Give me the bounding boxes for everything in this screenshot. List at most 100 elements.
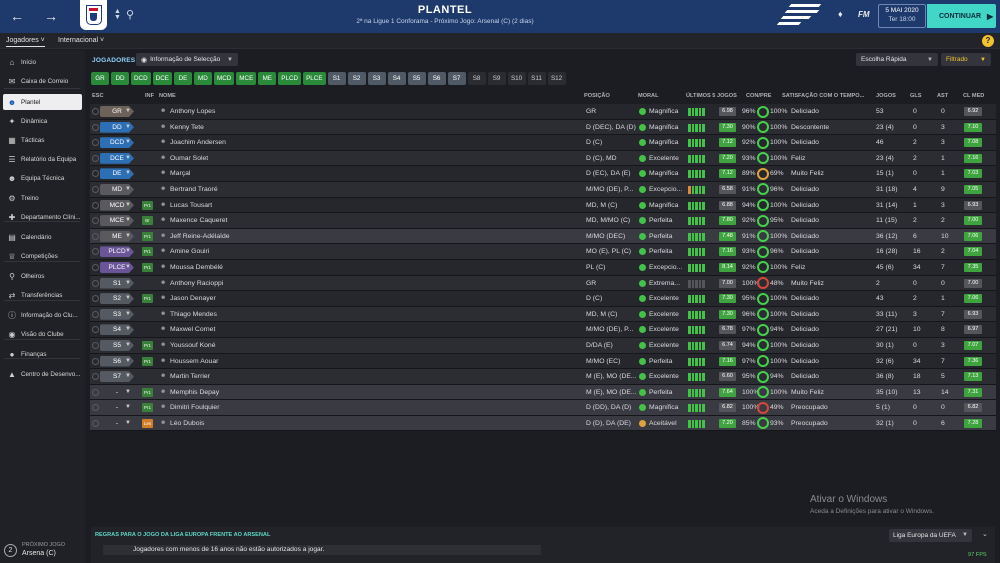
row-checkbox[interactable] bbox=[92, 217, 99, 225]
info-badge[interactable]: Pr1 bbox=[142, 356, 153, 366]
chip-md[interactable]: MD bbox=[193, 72, 212, 85]
sidebar-item-9[interactable]: ✚ Departamento Clíni... bbox=[3, 209, 82, 225]
view-dropdown[interactable]: ◉ Informação de Selecção ▼ bbox=[136, 53, 238, 66]
chip-s5[interactable]: S5 bbox=[407, 72, 426, 85]
sidebar-item-4[interactable]: ✦ Dinâmica bbox=[3, 113, 82, 129]
chip-me[interactable]: ME bbox=[258, 72, 277, 85]
info-badge[interactable]: Pr1 bbox=[142, 247, 153, 257]
table-row[interactable]: MD ▼ ☻ Bertrand Traoré M/MO (DE), P... Excepc… bbox=[90, 181, 996, 198]
row-checkbox[interactable] bbox=[92, 310, 99, 318]
table-row[interactable]: S5 ▼ Pr1 ☻ Youssouf Koné D/DA (E) Excelente 6.7… bbox=[90, 337, 996, 354]
row-checkbox[interactable] bbox=[92, 108, 99, 115]
col-gls[interactable]: GLS bbox=[910, 93, 922, 99]
player-name[interactable]: Houssem Aouar bbox=[170, 358, 218, 365]
player-name[interactable]: Maxence Caqueret bbox=[170, 217, 227, 224]
chip-s8[interactable]: S8 bbox=[467, 72, 486, 85]
table-row[interactable]: S2 ▼ Pr1 ☻ Jason Denayer D (C) Excelente 7.30 95… bbox=[90, 291, 996, 307]
row-checkbox[interactable] bbox=[92, 357, 99, 365]
player-name[interactable]: Jeff Reine-Adélaïde bbox=[170, 233, 230, 240]
info-badge[interactable]: Les bbox=[142, 418, 153, 428]
chip-s11[interactable]: S11 bbox=[527, 72, 546, 85]
expand-chevron-icon[interactable]: ⌄ bbox=[982, 530, 988, 538]
row-checkbox[interactable] bbox=[92, 341, 99, 349]
chip-s1[interactable]: S1 bbox=[327, 72, 346, 85]
row-checkbox[interactable] bbox=[92, 248, 99, 256]
col-ast[interactable]: AST bbox=[937, 93, 948, 99]
info-badge[interactable]: Pr1 bbox=[142, 200, 153, 210]
col-nome[interactable]: NOME bbox=[159, 93, 176, 99]
continue-button[interactable]: CONTINUAR ▶ bbox=[927, 4, 996, 28]
player-name[interactable]: Dimitri Foulquier bbox=[170, 404, 219, 411]
club-icon[interactable]: ♦ bbox=[838, 9, 843, 19]
table-row[interactable]: - ▼ Pr1 ☻ Dimitri Foulquier D (DD), DA (D) Mag… bbox=[90, 400, 996, 416]
player-name[interactable]: Oumar Solet bbox=[170, 155, 208, 162]
row-checkbox[interactable] bbox=[92, 279, 99, 287]
row-checkbox[interactable] bbox=[92, 123, 99, 131]
chip-s6[interactable]: S6 bbox=[427, 72, 446, 85]
col-clmed[interactable]: CL MED bbox=[963, 93, 984, 99]
club-switch-icon[interactable]: ▲ ▼ bbox=[114, 8, 121, 21]
row-checkbox[interactable] bbox=[92, 326, 99, 334]
col-conpre[interactable]: CON/PRE bbox=[746, 93, 772, 99]
chip-s9[interactable]: S9 bbox=[487, 72, 506, 85]
competition-select[interactable]: Liga Europa da UEFA ▼ bbox=[889, 529, 972, 542]
info-badge[interactable]: Pr1 bbox=[142, 403, 153, 413]
player-name[interactable]: Anthony Racioppi bbox=[170, 280, 223, 287]
help-icon[interactable]: ? bbox=[982, 35, 994, 47]
chip-mcd[interactable]: MCD bbox=[213, 72, 235, 85]
table-row[interactable]: MCD ▼ Pr1 ☻ Lucas Tousart MD, M (C) Magnífica 6… bbox=[90, 197, 996, 214]
tab-internacional[interactable]: Internacional ˅ bbox=[58, 37, 104, 44]
table-row[interactable]: ME ▼ Pr1 ☻ Jeff Reine-Adélaïde M/MO (DEC) Perf… bbox=[90, 228, 996, 245]
col-inf[interactable]: INF bbox=[145, 93, 154, 99]
player-name[interactable]: Anthony Lopes bbox=[170, 108, 215, 115]
chip-s7[interactable]: S7 bbox=[447, 72, 466, 85]
row-checkbox[interactable] bbox=[92, 419, 99, 427]
table-row[interactable]: S1 ▼ ☻ Anthony Racioppi GR Extrema... 7.00 100%… bbox=[90, 275, 996, 292]
col-esc[interactable]: ESC bbox=[92, 93, 104, 99]
row-checkbox[interactable] bbox=[92, 154, 99, 162]
chip-plcd[interactable]: PLCD bbox=[278, 72, 302, 85]
chip-dcd[interactable]: DCD bbox=[131, 72, 151, 85]
row-checkbox[interactable] bbox=[92, 263, 99, 271]
player-name[interactable]: Thiago Mendes bbox=[170, 311, 217, 318]
sidebar-item-7[interactable]: ☻ Equipa Técnica bbox=[3, 170, 82, 186]
row-checkbox[interactable] bbox=[92, 388, 99, 396]
chip-s3[interactable]: S3 bbox=[367, 72, 386, 85]
sidebar-item-8[interactable]: ⚙ Treino bbox=[3, 190, 82, 206]
search-icon[interactable]: ⚲ bbox=[126, 8, 134, 21]
row-checkbox[interactable] bbox=[92, 170, 99, 178]
player-name[interactable]: Moussa Dembélé bbox=[170, 264, 223, 271]
col-ultimos[interactable]: ÚLTIMOS 5 JOGOS bbox=[686, 93, 737, 99]
chip-s12[interactable]: S12 bbox=[547, 72, 566, 85]
info-badge[interactable]: Pr1 bbox=[142, 340, 153, 350]
fm-logo[interactable]: FM bbox=[858, 10, 870, 19]
player-name[interactable]: Jason Denayer bbox=[170, 295, 216, 302]
info-badge[interactable]: Pr1 bbox=[142, 231, 153, 241]
sidebar-item-14[interactable]: ⓘ Informação do Clu... bbox=[3, 307, 82, 323]
sidebar-item-12[interactable]: ⚲ Olheiros bbox=[3, 268, 82, 284]
player-name[interactable]: Bertrand Traoré bbox=[170, 186, 218, 193]
col-jogos[interactable]: JOGOS bbox=[876, 93, 896, 99]
table-row[interactable]: DCE ▼ ☻ Oumar Solet D (C), MD Excelente 7.20 93… bbox=[90, 150, 996, 167]
table-row[interactable]: S3 ▼ ☻ Thiago Mendes MD, M (C) Excelente 7.30 9… bbox=[90, 306, 996, 323]
info-badge[interactable]: Pr1 bbox=[142, 387, 153, 397]
table-row[interactable]: DE ▼ ☻ Marçal D (EC), DA (E) Magnífica 7.12 89%… bbox=[90, 166, 996, 182]
table-row[interactable]: DCD ▼ ☻ Joachim Andersen D (C) Magnífica 7.12 9… bbox=[90, 135, 996, 151]
row-checkbox[interactable] bbox=[92, 232, 99, 240]
player-name[interactable]: Youssouf Koné bbox=[170, 342, 215, 349]
back-arrow-icon[interactable]: ← bbox=[10, 7, 24, 25]
row-checkbox[interactable] bbox=[92, 201, 99, 209]
sidebar-item-2[interactable]: ✉ Caixa de Correio bbox=[3, 73, 82, 89]
player-name[interactable]: Lucas Tousart bbox=[170, 202, 212, 209]
table-row[interactable]: PLCD ▼ Pr1 ☻ Amine Gouiri MO (E), PL (C) Perfe… bbox=[90, 244, 996, 260]
col-posicao[interactable]: POSIÇÃO bbox=[584, 93, 610, 99]
sidebar-item-1[interactable]: ⌂ Início bbox=[3, 54, 82, 70]
table-row[interactable]: GR ▼ ☻ Anthony Lopes GR Magnífica 6.98 96% 100% D… bbox=[90, 104, 996, 120]
row-checkbox[interactable] bbox=[92, 295, 99, 303]
chip-s10[interactable]: S10 bbox=[507, 72, 526, 85]
filter-button[interactable]: Filtrado ▼ bbox=[941, 53, 991, 66]
player-name[interactable]: Léo Dubois bbox=[170, 420, 204, 427]
table-row[interactable]: S4 ▼ ☻ Maxwel Cornet M/MO (DE), P... Excelent… bbox=[90, 322, 996, 338]
col-moral[interactable]: MORAL bbox=[638, 93, 659, 99]
chip-gr[interactable]: GR bbox=[91, 72, 109, 85]
